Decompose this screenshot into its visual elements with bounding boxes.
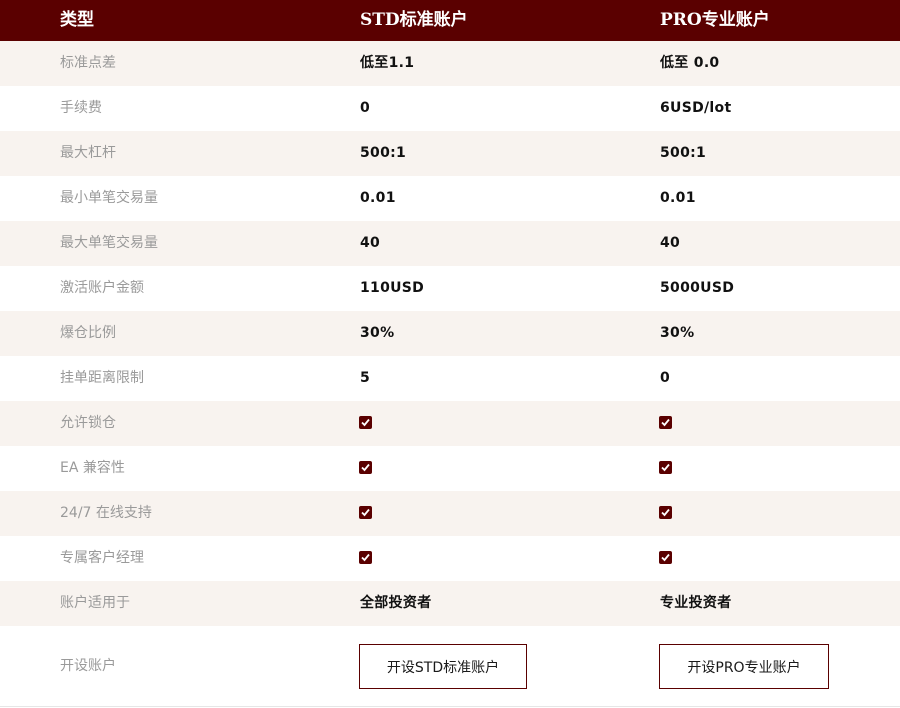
row-label: 专属客户经理 (60, 550, 144, 566)
table-row: 激活账户金额 110USD 5000USD (0, 266, 900, 311)
account-comparison-table: 类型 STD标准账户 PRO专业账户 标准点差 低至1.1 低至 0.0 手续费… (0, 0, 900, 708)
std-value: 低至1.1 (360, 55, 415, 71)
pro-value: 0 (660, 370, 671, 386)
open-account-label: 开设账户 (60, 658, 116, 674)
table-row: EA 兼容性 (0, 446, 900, 491)
row-label: 账户适用于 (60, 595, 130, 611)
table-row: 允许锁仓 (0, 401, 900, 446)
header-std-account: STD标准账户 (360, 10, 468, 30)
table-row: 账户适用于 全部投资者 专业投资者 (0, 581, 900, 626)
pro-value: 40 (660, 235, 681, 251)
table-row: 专属客户经理 (0, 536, 900, 581)
checkbox-checked-icon (359, 461, 372, 474)
checkbox-checked-icon (659, 461, 672, 474)
std-value: 全部投资者 (360, 595, 432, 611)
std-value: 0.01 (360, 190, 396, 206)
checkbox-checked-icon (359, 506, 372, 519)
table-row: 爆仓比例 30% 30% (0, 311, 900, 356)
checkbox-checked-icon (659, 506, 672, 519)
table-row: 最大杠杆 500:1 500:1 (0, 131, 900, 176)
row-label: EA 兼容性 (60, 460, 125, 476)
open-account-row: 开设账户 开设STD标准账户 开设PRO专业账户 (0, 626, 900, 708)
header-pro-account: PRO专业账户 (660, 10, 770, 30)
table-row: 手续费 0 6USD/lot (0, 86, 900, 131)
std-value: 40 (360, 235, 381, 251)
pro-value: 500:1 (660, 145, 707, 161)
row-label: 允许锁仓 (60, 415, 116, 431)
pro-value: 6USD/lot (660, 100, 732, 116)
row-label: 挂单距离限制 (60, 370, 144, 386)
row-label: 最小单笔交易量 (60, 190, 158, 206)
std-value: 5 (360, 370, 371, 386)
table-bottom-divider (0, 706, 900, 707)
table-row: 最小单笔交易量 0.01 0.01 (0, 176, 900, 221)
pro-value: 30% (660, 325, 695, 341)
row-label: 最大单笔交易量 (60, 235, 158, 251)
checkbox-checked-icon (359, 551, 372, 564)
std-value: 30% (360, 325, 395, 341)
row-label: 手续费 (60, 100, 102, 116)
row-label: 24/7 在线支持 (60, 505, 152, 521)
checkbox-checked-icon (659, 551, 672, 564)
pro-value: 低至 0.0 (660, 55, 720, 71)
checkbox-checked-icon (659, 416, 672, 429)
std-value: 0 (360, 100, 371, 116)
std-value: 500:1 (360, 145, 407, 161)
table-row: 挂单距离限制 5 0 (0, 356, 900, 401)
pro-value: 0.01 (660, 190, 696, 206)
header-type-label: 类型 (60, 10, 94, 30)
row-label: 标准点差 (60, 55, 116, 71)
row-label: 最大杠杆 (60, 145, 116, 161)
table-row: 标准点差 低至1.1 低至 0.0 (0, 41, 900, 86)
table-header: 类型 STD标准账户 PRO专业账户 (0, 0, 900, 41)
table-row: 24/7 在线支持 (0, 491, 900, 536)
row-label: 激活账户金额 (60, 280, 144, 296)
open-pro-account-button[interactable]: 开设PRO专业账户 (659, 644, 829, 689)
checkbox-checked-icon (359, 416, 372, 429)
pro-value: 5000USD (660, 280, 735, 296)
pro-value: 专业投资者 (660, 595, 732, 611)
row-label: 爆仓比例 (60, 325, 116, 341)
std-value: 110USD (360, 280, 425, 296)
table-row: 最大单笔交易量 40 40 (0, 221, 900, 266)
open-std-account-button[interactable]: 开设STD标准账户 (359, 644, 527, 689)
